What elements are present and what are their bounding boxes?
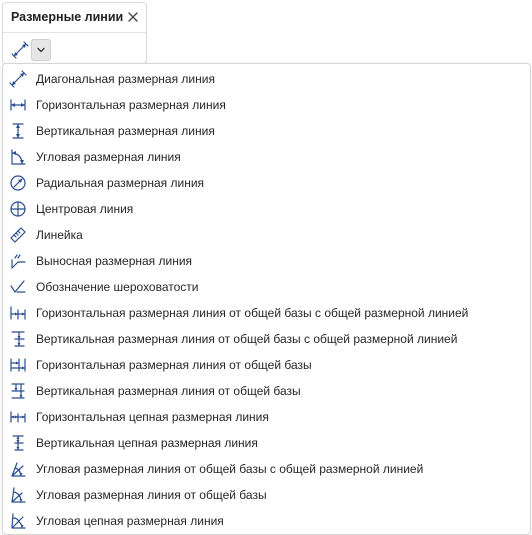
- menu-item-label: Горизонтальная размерная линия: [36, 98, 226, 112]
- angular-chain-icon: [9, 512, 27, 530]
- roughness-icon: [9, 278, 27, 296]
- menu-item[interactable]: Вертикальная размерная линия от общей ба…: [3, 378, 530, 404]
- dropdown-toggle[interactable]: [31, 39, 51, 61]
- dimension-tool-button[interactable]: [10, 39, 29, 61]
- menu-item-label: Угловая размерная линия от общей базы с …: [36, 462, 424, 476]
- menu-item[interactable]: Диагональная размерная линия: [3, 66, 530, 92]
- menu-item-label: Радиальная размерная линия: [36, 176, 205, 190]
- menu-item[interactable]: Обозначение шероховатости: [3, 274, 530, 300]
- menu-item-label: Центровая линия: [36, 202, 134, 216]
- menu-item-label: Вертикальная размерная линия от общей ба…: [36, 332, 458, 346]
- menu-item-label: Горизонтальная размерная линия от общей …: [36, 358, 312, 372]
- menu-item[interactable]: Горизонтальная размерная линия: [3, 92, 530, 118]
- angular-baseline-icon: [9, 486, 27, 504]
- menu-item[interactable]: Угловая размерная линия от общей базы: [3, 482, 530, 508]
- menu-item-label: Вертикальная цепная размерная линия: [36, 436, 258, 450]
- dimension-dropdown-menu: Диагональная размерная линия Горизонтальн…: [2, 63, 531, 535]
- menu-item-label: Вертикальная размерная линия от общей ба…: [36, 384, 301, 398]
- dimension-radial-icon: [9, 174, 27, 192]
- menu-item[interactable]: Радиальная размерная линия: [3, 170, 530, 196]
- horizontal-chain-icon: [9, 408, 27, 426]
- menu-item[interactable]: Линейка: [3, 222, 530, 248]
- menu-item[interactable]: Горизонтальная размерная линия от общей …: [3, 352, 530, 378]
- menu-item[interactable]: Вертикальная цепная размерная линия: [3, 430, 530, 456]
- horizontal-baseline-icon: [9, 356, 27, 374]
- panel-divider: [3, 32, 146, 33]
- menu-item-label: Выносная размерная линия: [36, 254, 193, 268]
- menu-item[interactable]: Горизонтальная размерная линия от общей …: [3, 300, 530, 326]
- menu-item[interactable]: Угловая цепная размерная линия: [3, 508, 530, 534]
- leader-line-icon: [9, 252, 27, 270]
- ruler-icon: [9, 226, 27, 244]
- dimension-lines-panel: Размерные линии: [2, 2, 147, 64]
- menu-item[interactable]: Вертикальная размерная линия от общей ба…: [3, 326, 530, 352]
- menu-item-label: Угловая размерная линия: [36, 150, 181, 164]
- menu-item[interactable]: Горизонтальная цепная размерная линия: [3, 404, 530, 430]
- menu-item-label: Обозначение шероховатости: [36, 280, 199, 294]
- menu-item[interactable]: Центровая линия: [3, 196, 530, 222]
- close-icon[interactable]: [126, 10, 140, 24]
- menu-item[interactable]: Угловая размерная линия от общей базы с …: [3, 456, 530, 482]
- menu-item-label: Линейка: [36, 228, 83, 242]
- dimension-diagonal-icon: [10, 41, 29, 59]
- menu-item[interactable]: Выносная размерная линия: [3, 248, 530, 274]
- vertical-chain-icon: [9, 434, 27, 452]
- vertical-baseline-icon: [9, 382, 27, 400]
- menu-item[interactable]: Вертикальная размерная линия: [3, 118, 530, 144]
- dimension-horizontal-icon: [9, 96, 27, 114]
- center-line-icon: [9, 200, 27, 218]
- horizontal-baseline-common-icon: [9, 304, 27, 322]
- menu-item-label: Угловая цепная размерная линия: [36, 514, 224, 528]
- panel-title: Размерные линии: [11, 10, 124, 24]
- menu-item-label: Угловая размерная линия от общей базы: [36, 488, 267, 502]
- chevron-down-icon: [36, 45, 46, 55]
- menu-item[interactable]: Угловая размерная линия: [3, 144, 530, 170]
- menu-item-label: Горизонтальная цепная размерная линия: [36, 410, 269, 424]
- menu-item-label: Вертикальная размерная линия: [36, 124, 215, 138]
- menu-item-label: Диагональная размерная линия: [36, 72, 215, 86]
- angular-baseline-common-icon: [9, 460, 27, 478]
- vertical-baseline-common-icon: [9, 330, 27, 348]
- dimension-vertical-icon: [9, 122, 27, 140]
- dimension-angular-icon: [9, 148, 27, 166]
- dimension-diagonal-icon: [9, 70, 27, 88]
- menu-item-label: Горизонтальная размерная линия от общей …: [36, 306, 469, 320]
